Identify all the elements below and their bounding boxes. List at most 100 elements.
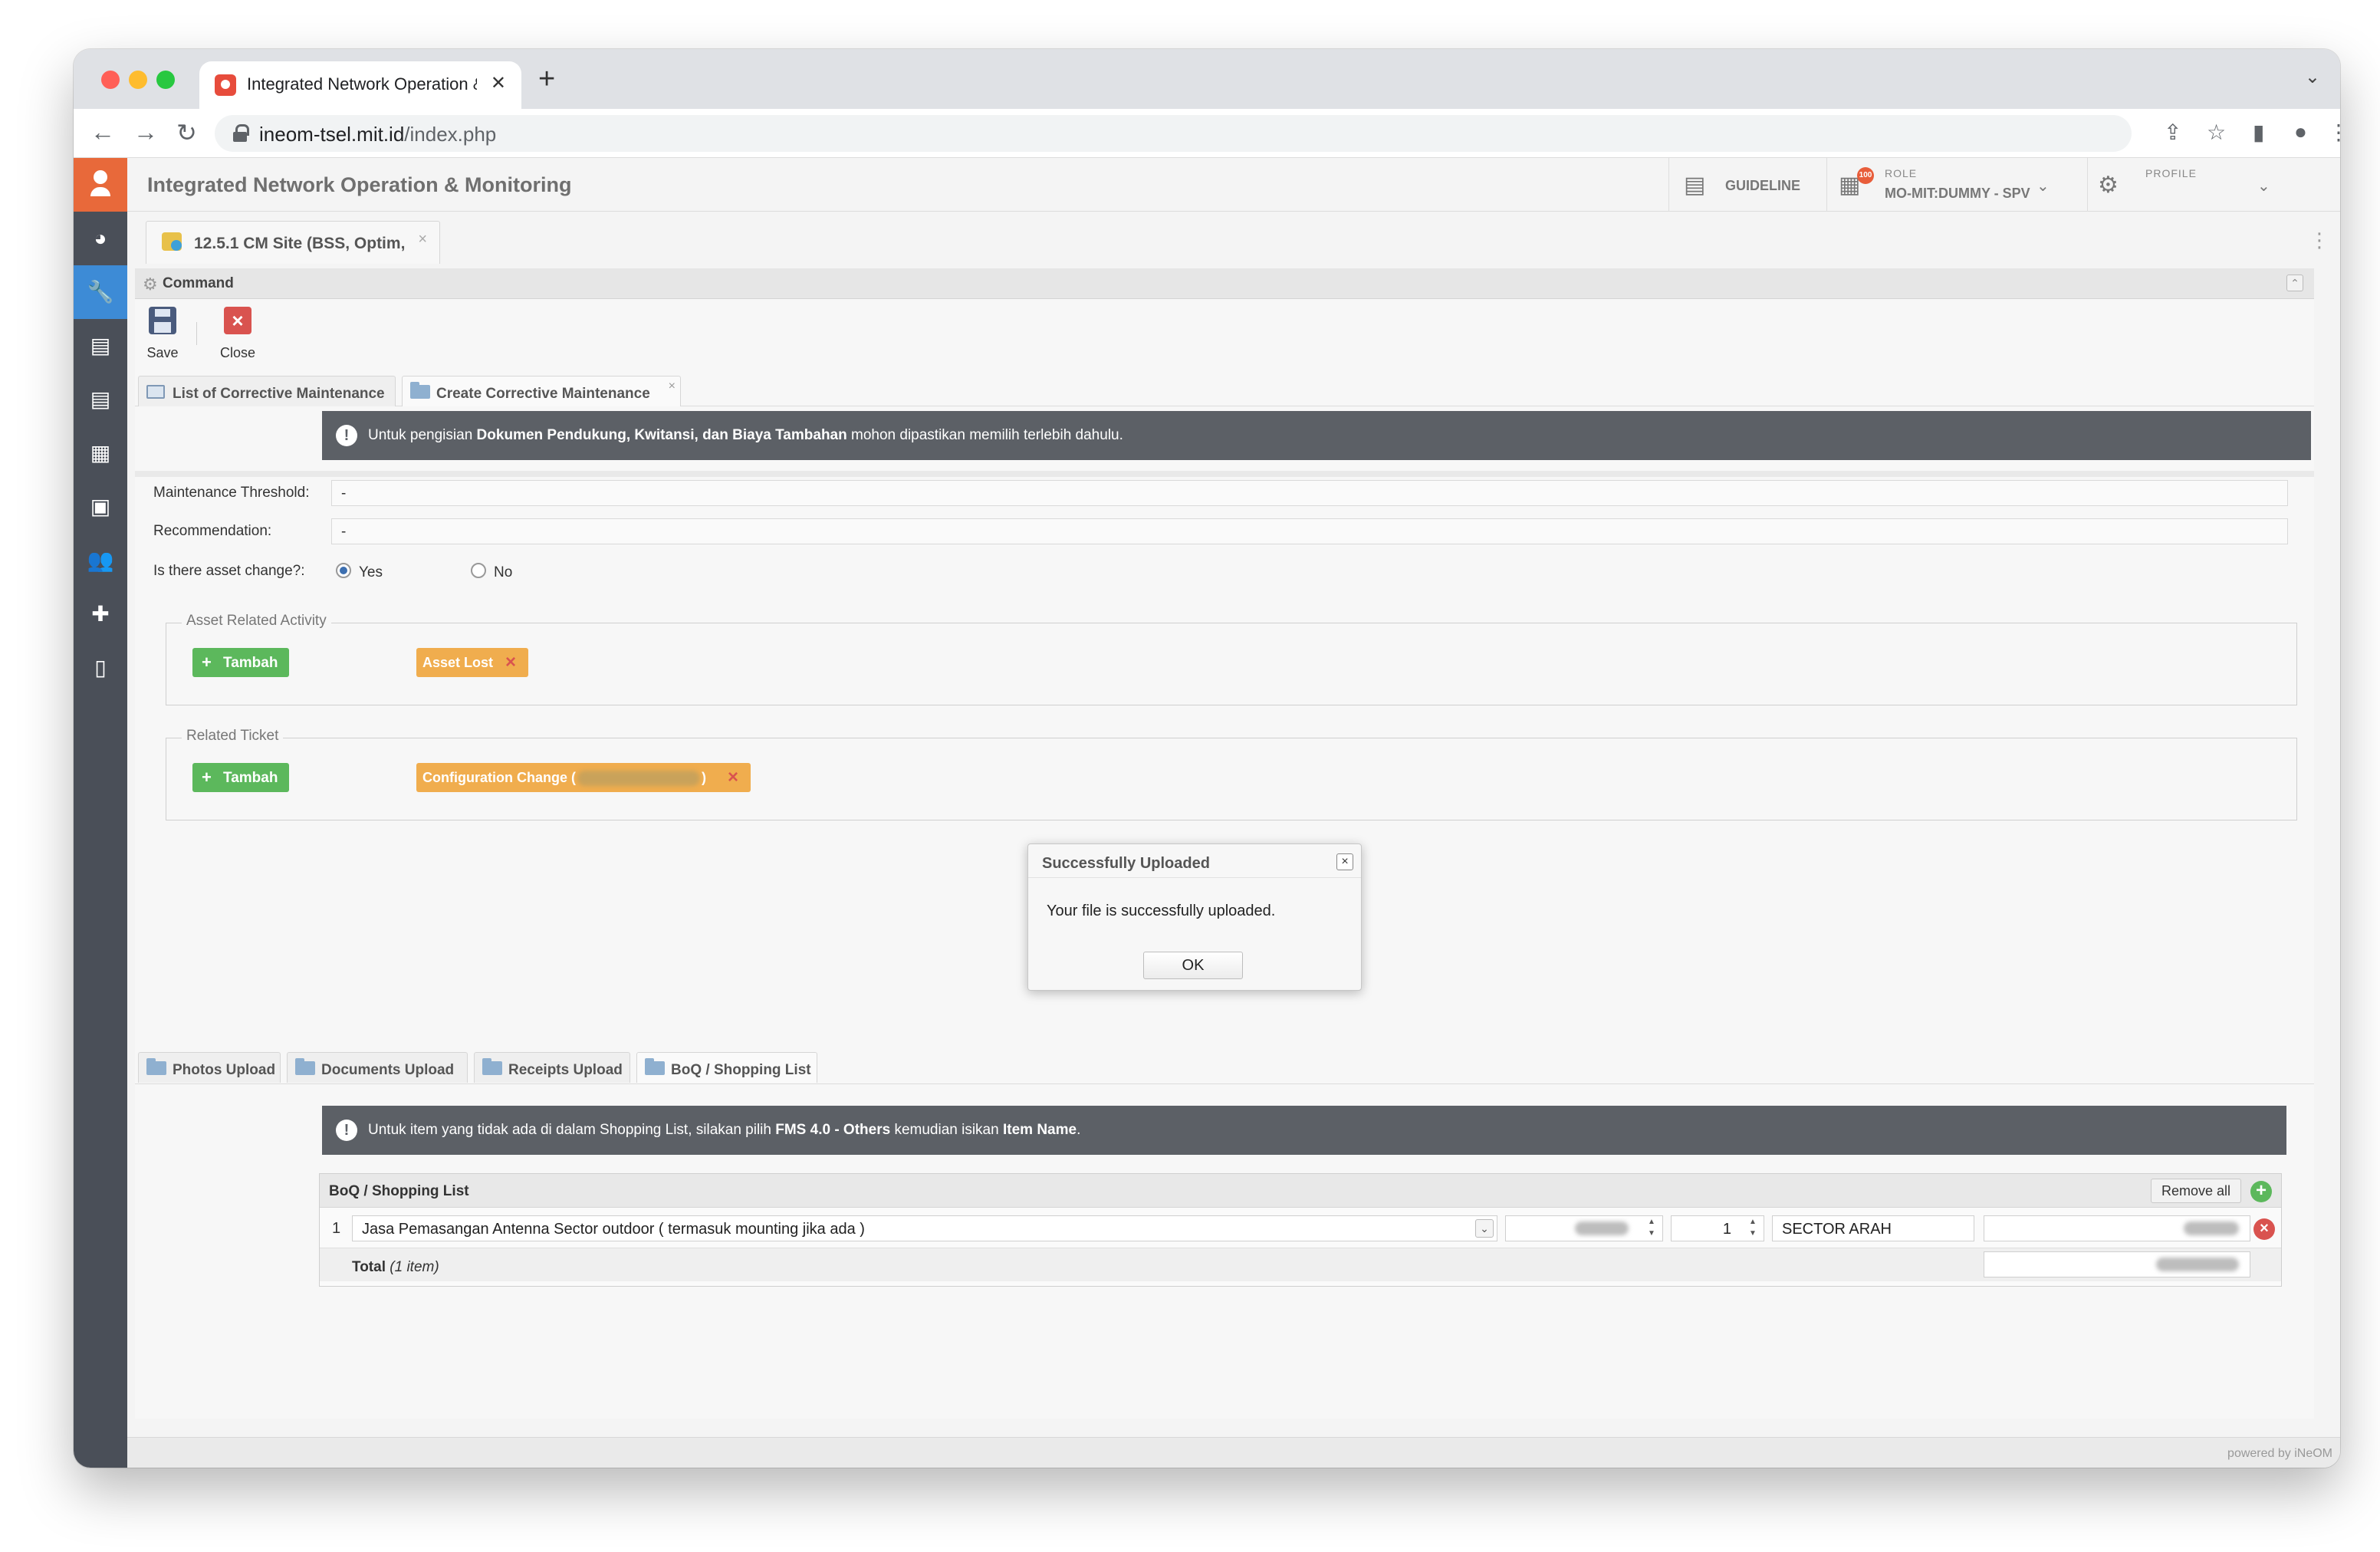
tab-close-icon[interactable]: ✕ — [491, 72, 506, 94]
reload-icon[interactable]: ↻ — [176, 118, 197, 147]
window-minimize-button[interactable] — [129, 71, 147, 89]
total-field — [1984, 1251, 2250, 1277]
total-label: Total (1 item) — [352, 1259, 439, 1275]
remove-all-button[interactable]: Remove all — [2151, 1179, 2241, 1203]
clipboard-icon[interactable]: ▤ — [74, 319, 127, 373]
browser-tab-active[interactable]: Integrated Network Operation & ✕ — [199, 61, 521, 109]
profile-caption: PROFILE — [2145, 167, 2197, 179]
stepper-arrows-icon[interactable]: ▲ ▼ — [1641, 1216, 1662, 1241]
dialog-title: Successfully Uploaded — [1042, 855, 1210, 872]
role-badge: 100 — [1857, 167, 1874, 184]
upload-tabs: Photos Upload Documents Upload Receipts … — [135, 1051, 2314, 1084]
add-related-ticket-button[interactable]: + Tambah — [192, 763, 289, 792]
puzzle-icon[interactable]: ✚ — [74, 587, 127, 641]
powered-by-text: powered by iNeOM — [2227, 1447, 2332, 1460]
tab-label: Create Corrective Maintenance — [436, 386, 650, 402]
threshold-field[interactable]: - — [331, 480, 2288, 506]
browser-toolbar: ← → ↻ ineom-tsel.mit.id/index.php ⇪ ☆ ▮ … — [74, 109, 2340, 158]
window-maximize-button[interactable] — [156, 71, 175, 89]
upload-success-dialog: Successfully Uploaded × Your file is suc… — [1027, 843, 1362, 991]
tab-photos-upload[interactable]: Photos Upload — [138, 1052, 281, 1083]
guideline-book-icon[interactable]: ▤ — [1684, 172, 1705, 199]
tab-boq-shopping-list[interactable]: BoQ / Shopping List — [636, 1052, 817, 1083]
server-icon[interactable]: ▦ — [74, 426, 127, 480]
add-row-plus-icon[interactable]: + — [2250, 1181, 2272, 1202]
browser-tab-bar: Integrated Network Operation & ✕ + ⌄ — [74, 49, 2340, 109]
ok-button[interactable]: OK — [1143, 952, 1243, 979]
bookmark-star-icon[interactable]: ☆ — [2207, 120, 2226, 145]
archive-icon[interactable]: ▣ — [74, 480, 127, 534]
settings-gear-icon[interactable]: ⚙ — [2098, 172, 2119, 199]
profile-avatar-icon[interactable]: ● — [2294, 120, 2307, 144]
recommendation-field[interactable]: - — [331, 518, 2288, 544]
add-asset-activity-button[interactable]: + Tambah — [192, 648, 289, 677]
collapse-up-icon[interactable]: ⌃ — [2286, 275, 2303, 291]
tab-close-icon[interactable]: × — [669, 380, 676, 393]
module-icon — [162, 232, 182, 251]
forward-arrow-icon[interactable]: → — [133, 118, 158, 146]
browser-menu-icon[interactable]: ⋮ — [2328, 120, 2340, 145]
remove-tag-x-icon[interactable]: × — [728, 767, 738, 788]
tab-search-chevron-icon[interactable]: ⌄ — [2305, 66, 2320, 88]
asset-change-yes-radio[interactable] — [336, 563, 351, 578]
stepper-arrows-icon[interactable]: ▲ ▼ — [1742, 1216, 1764, 1241]
item-select-value: Jasa Pemasangan Antenna Sector outdoor (… — [362, 1221, 865, 1238]
role-chevron-down-icon[interactable]: ⌄ — [2036, 176, 2050, 196]
share-icon[interactable]: ⇪ — [2164, 120, 2181, 145]
redacted-ticket-id — [577, 771, 700, 787]
folder-icon — [482, 1058, 502, 1075]
role-selector[interactable]: MO-MIT:DUMMY - SPV — [1885, 186, 2030, 202]
item-select[interactable]: Jasa Pemasangan Antenna Sector outdoor (… — [352, 1215, 1497, 1241]
note-input[interactable]: SECTOR ARAH — [1772, 1215, 1974, 1241]
new-tab-plus-icon[interactable]: + — [538, 63, 555, 96]
quantity-stepper[interactable]: 1 ▲ ▼ — [1671, 1215, 1764, 1241]
app-logo-icon[interactable] — [74, 158, 127, 212]
add-label: Tambah — [223, 655, 278, 671]
guideline-link[interactable]: GUIDELINE — [1725, 178, 1800, 194]
dialog-message: Your file is successfully uploaded. — [1047, 903, 1276, 919]
notice-text: Untuk pengisian Dokumen Pendukung, Kwita… — [368, 427, 1123, 443]
chevron-down-icon[interactable]: ⌄ — [1475, 1219, 1494, 1238]
dashboard-icon[interactable]: ◕ — [74, 212, 127, 265]
asset-related-activity-fieldset: Asset Related Activity + Tambah Asset Lo… — [166, 613, 2297, 705]
profile-chevron-down-icon[interactable]: ⌄ — [2257, 176, 2270, 196]
page-options-kebab-icon[interactable]: ⋮ — [2309, 229, 2329, 252]
window-close-button[interactable] — [101, 71, 120, 89]
remove-tag-x-icon[interactable]: × — [505, 652, 516, 673]
exclamation-icon: ! — [336, 1120, 357, 1141]
tab-documents-upload[interactable]: Documents Upload — [287, 1052, 468, 1083]
asset-activity-tag: Asset Lost × — [416, 648, 528, 677]
close-button[interactable]: × Close — [215, 307, 261, 361]
subtotal-field — [1984, 1215, 2250, 1241]
clipboard-list-icon[interactable]: ▤ — [74, 373, 127, 426]
folder-icon — [295, 1058, 315, 1075]
book-icon[interactable]: ▯ — [74, 641, 127, 695]
tab-receipts-upload[interactable]: Receipts Upload — [474, 1052, 630, 1083]
related-ticket-fieldset: Related Ticket + Tambah Configuration Ch… — [166, 728, 2297, 820]
price-stepper[interactable]: ▲ ▼ — [1505, 1215, 1663, 1241]
asset-change-no-radio[interactable] — [471, 563, 486, 578]
notice-text: Untuk item yang tidak ada di dalam Shopp… — [368, 1122, 1081, 1138]
tab-create-corrective-maintenance[interactable]: Create Corrective Maintenance × — [402, 376, 681, 406]
app-footer: powered by iNeOM — [127, 1437, 2340, 1468]
side-panel-icon[interactable]: ▮ — [2253, 120, 2264, 145]
users-icon[interactable]: 👥 — [74, 534, 127, 587]
tag-label: Asset Lost — [422, 655, 494, 670]
boq-header: BoQ / Shopping List Remove all + — [320, 1174, 2281, 1208]
back-arrow-icon[interactable]: ← — [90, 118, 115, 146]
boq-table: BoQ / Shopping List Remove all + 1 Jasa … — [319, 1173, 2282, 1287]
yes-label: Yes — [359, 564, 383, 580]
command-panel-header: ⚙ Command ⌃ — [135, 268, 2314, 299]
wrench-icon[interactable]: 🔧 — [74, 265, 127, 319]
delete-row-x-icon[interactable]: × — [2253, 1218, 2275, 1240]
dialog-close-icon[interactable]: × — [1336, 853, 1353, 870]
close-x-icon: × — [224, 307, 251, 334]
save-button[interactable]: Save — [140, 307, 186, 361]
page-tab-close-icon[interactable]: × — [418, 231, 427, 248]
asset-change-label: Is there asset change?: — [153, 563, 305, 579]
tag-label: Configuration Change () — [422, 770, 706, 787]
page-tab-cm-site[interactable]: 12.5.1 CM Site (BSS, Optim, × — [146, 221, 440, 264]
address-bar[interactable]: ineom-tsel.mit.id/index.php — [215, 115, 2132, 152]
grid-table-icon — [146, 385, 165, 399]
tab-list-corrective-maintenance[interactable]: List of Corrective Maintenance — [138, 376, 396, 406]
